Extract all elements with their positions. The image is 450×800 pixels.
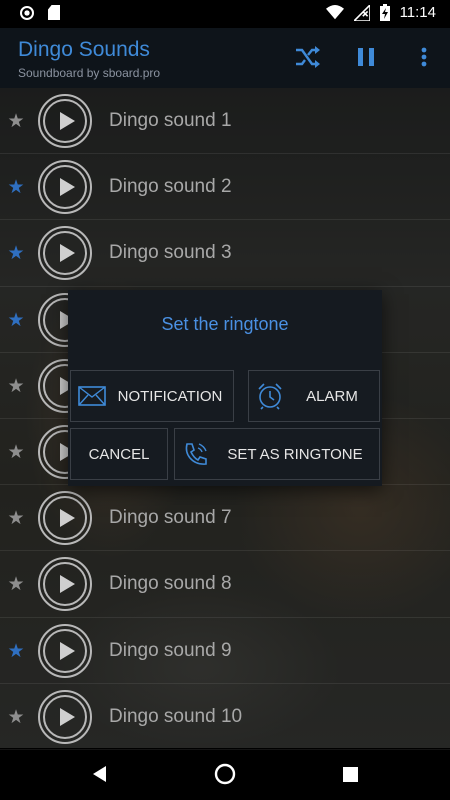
sound-label: Dingo sound 8 — [109, 573, 232, 595]
sound-row[interactable]: ★ Dingo sound 1 — [0, 88, 450, 155]
app-title: Dingo Sounds — [18, 38, 150, 61]
play-button[interactable] — [38, 226, 92, 281]
dialog-title: Set the ringtone — [161, 314, 289, 334]
sound-label: Dingo sound 10 — [109, 705, 243, 727]
play-icon — [43, 99, 87, 143]
sound-label: Dingo sound 1 — [109, 110, 232, 131]
notification-label: NOTIFICATION — [117, 387, 223, 405]
sd-card-icon — [48, 5, 60, 20]
play-icon — [43, 694, 87, 739]
star-icon[interactable]: ★ — [6, 706, 26, 729]
sound-row[interactable]: ★ Dingo sound 9 — [0, 618, 450, 684]
app-bar: Dingo Sounds Soundboard by sboard.pro — [0, 28, 450, 88]
more-options-button[interactable] — [410, 43, 438, 71]
play-icon — [43, 165, 87, 210]
sound-row[interactable]: ★ Dingo sound 3 — [0, 220, 450, 287]
alarm-clock-icon — [255, 381, 285, 411]
status-bar: 11:14 — [0, 0, 450, 28]
play-button[interactable] — [38, 623, 92, 678]
play-icon — [43, 628, 87, 673]
notification-button[interactable]: NOTIFICATION — [70, 370, 234, 422]
home-circle-icon — [214, 763, 236, 785]
play-button[interactable] — [38, 557, 92, 612]
star-icon[interactable]: ★ — [6, 640, 26, 663]
play-button[interactable] — [38, 94, 92, 148]
sound-label: Dingo sound 3 — [109, 242, 232, 264]
star-icon[interactable]: ★ — [6, 309, 26, 332]
phone-ringing-icon — [181, 439, 211, 469]
alarm-button[interactable]: ALARM — [248, 370, 380, 422]
star-icon[interactable]: ★ — [6, 573, 26, 596]
no-signal-icon — [353, 4, 370, 21]
battery-charging-icon — [379, 4, 390, 21]
cancel-button[interactable]: CANCEL — [70, 428, 168, 480]
more-vert-icon — [421, 47, 427, 67]
back-button[interactable] — [88, 762, 112, 786]
star-icon[interactable]: ★ — [6, 507, 26, 530]
play-button[interactable] — [38, 689, 92, 744]
set-as-ringtone-label: SET AS RINGTONE — [227, 445, 363, 463]
back-triangle-icon — [93, 766, 106, 782]
star-icon[interactable]: ★ — [6, 375, 26, 398]
sound-row[interactable]: ★ Dingo sound 2 — [0, 154, 450, 221]
home-button[interactable] — [213, 762, 237, 786]
sound-label: Dingo sound 9 — [109, 639, 232, 661]
set-as-ringtone-button[interactable]: SET AS RINGTONE — [174, 428, 380, 480]
cancel-label: CANCEL — [88, 445, 150, 463]
shuffle-icon — [296, 46, 320, 68]
play-button[interactable] — [38, 160, 92, 215]
play-icon — [43, 562, 87, 607]
navigation-bar — [0, 748, 450, 800]
status-time: 11:14 — [399, 4, 436, 21]
pause-icon — [358, 48, 374, 66]
ringtone-dialog: Set the ringtone NOTIFICATION ALARM CANC… — [68, 290, 382, 486]
play-button[interactable] — [38, 491, 92, 546]
alarm-label: ALARM — [306, 387, 358, 405]
record-icon — [20, 5, 34, 20]
sound-label: Dingo sound 7 — [109, 507, 232, 529]
star-icon[interactable]: ★ — [6, 176, 26, 199]
app-subtitle: Soundboard by sboard.pro — [18, 66, 161, 80]
star-icon[interactable]: ★ — [6, 441, 26, 464]
sound-row[interactable]: ★ Dingo sound 10 — [0, 684, 450, 750]
pause-button[interactable] — [352, 43, 380, 71]
star-icon[interactable]: ★ — [6, 242, 26, 265]
sound-label: Dingo sound 2 — [109, 176, 232, 198]
recents-square-icon — [342, 766, 358, 782]
recents-button[interactable] — [338, 762, 362, 786]
star-icon[interactable]: ★ — [6, 110, 26, 133]
envelope-icon — [77, 381, 107, 411]
sound-row[interactable]: ★ Dingo sound 7 — [0, 485, 450, 552]
wifi-icon — [325, 5, 344, 20]
shuffle-button[interactable] — [294, 43, 322, 71]
play-icon — [43, 231, 87, 276]
play-icon — [43, 496, 87, 541]
sound-row[interactable]: ★ Dingo sound 8 — [0, 551, 450, 618]
